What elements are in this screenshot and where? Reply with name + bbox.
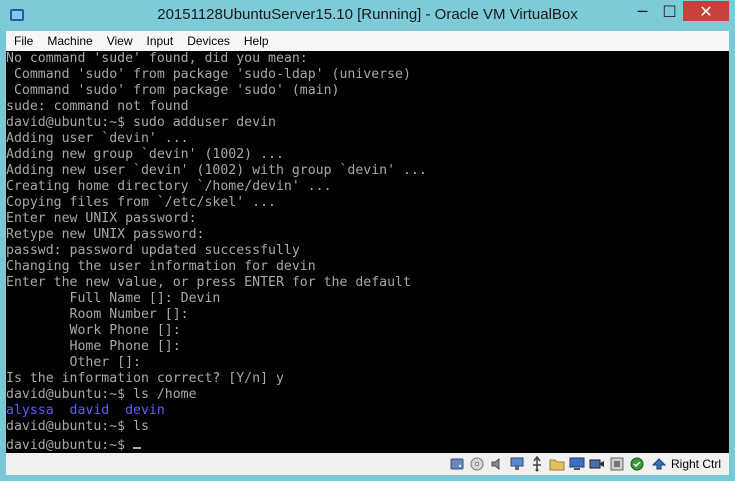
console-line-text: Other []: — [6, 355, 141, 370]
display-icon[interactable] — [569, 456, 585, 472]
console-line: Adding new group `devin' (1002) ... — [6, 147, 729, 163]
menu-help[interactable]: Help — [237, 31, 276, 51]
console-line-text: Work Phone []: — [6, 323, 181, 338]
console-line: alyssa david devin — [6, 403, 729, 419]
host-key-icon — [651, 458, 667, 470]
audio-icon[interactable] — [489, 456, 505, 472]
console-line: Copying files from `/etc/skel' ... — [6, 195, 729, 211]
console-line-text: Enter new UNIX password: — [6, 211, 197, 226]
text-cursor — [133, 435, 142, 449]
console-line: david@ubuntu:~$ sudo adduser devin — [6, 115, 729, 131]
console-line-text: david@ubuntu:~$ — [6, 438, 134, 453]
host-key-label: Right Ctrl — [670, 457, 721, 471]
console-line: Room Number []: — [6, 307, 729, 323]
console-line: No command 'sude' found, did you mean: — [6, 51, 729, 67]
console-line-text: Full Name []: Devin — [6, 291, 221, 306]
console-line: Is the information correct? [Y/n] y — [6, 371, 729, 387]
window-title: 20151128UbuntuServer15.10 [Running] - Or… — [157, 6, 578, 23]
console-line-text: Is the information correct? [Y/n] y — [6, 371, 284, 386]
window-controls: ─ ☐ ✕ — [629, 1, 729, 21]
minimize-button[interactable]: ─ — [629, 1, 656, 21]
console-line: david@ubuntu:~$ ls — [6, 419, 729, 435]
menu-machine[interactable]: Machine — [40, 31, 99, 51]
console-line-text: No command 'sude' found, did you mean: — [6, 51, 308, 66]
console-line: Work Phone []: — [6, 323, 729, 339]
host-key-indicator[interactable]: Right Ctrl — [651, 456, 721, 472]
console-line-text: david@ubuntu:~$ ls — [6, 419, 149, 434]
console-line: Creating home directory `/home/devin' ..… — [6, 179, 729, 195]
virtualization-icon[interactable] — [609, 456, 625, 472]
console-line: david@ubuntu:~$ — [6, 435, 729, 453]
title-bar[interactable]: 20151128UbuntuServer15.10 [Running] - Or… — [0, 0, 735, 31]
console-line-text: sude: command not found — [6, 99, 189, 114]
console-line: Command 'sudo' from package 'sudo-ldap' … — [6, 67, 729, 83]
close-button[interactable]: ✕ — [683, 1, 729, 21]
menu-bar: File Machine View Input Devices Help — [6, 31, 729, 51]
console-line: Command 'sudo' from package 'sudo' (main… — [6, 83, 729, 99]
console-line-text: Enter the new value, or press ENTER for … — [6, 275, 411, 290]
console-line-text: Adding user `devin' ... — [6, 131, 189, 146]
console-line-text: Command 'sudo' from package 'sudo-ldap' … — [6, 67, 411, 82]
menu-input[interactable]: Input — [140, 31, 181, 51]
shared-folder-icon[interactable] — [549, 456, 565, 472]
virtualbox-window: 20151128UbuntuServer15.10 [Running] - Or… — [0, 0, 735, 481]
console-line: david@ubuntu:~$ ls /home — [6, 387, 729, 403]
menu-view[interactable]: View — [100, 31, 140, 51]
console-line-text: Home Phone []: — [6, 339, 181, 354]
console-line-text: Retype new UNIX password: — [6, 227, 205, 242]
console-line-text: david@ubuntu:~$ sudo adduser devin — [6, 115, 276, 130]
console-line-text: alyssa david devin — [6, 403, 165, 418]
video-capture-icon[interactable] — [589, 456, 605, 472]
console-line: Enter the new value, or press ENTER for … — [6, 275, 729, 291]
status-bar: Right Ctrl — [6, 453, 729, 475]
network-icon[interactable] — [509, 456, 525, 472]
vm-console[interactable]: No command 'sude' found, did you mean: C… — [6, 51, 729, 453]
console-line-text: Changing the user information for devin — [6, 259, 316, 274]
console-line: Home Phone []: — [6, 339, 729, 355]
mouse-integration-icon[interactable] — [629, 456, 645, 472]
console-line-text: Creating home directory `/home/devin' ..… — [6, 179, 332, 194]
console-line: Full Name []: Devin — [6, 291, 729, 307]
console-line: Retype new UNIX password: — [6, 227, 729, 243]
hard-disk-icon[interactable] — [449, 456, 465, 472]
console-line-text: david@ubuntu:~$ ls /home — [6, 387, 197, 402]
console-line: Adding user `devin' ... — [6, 131, 729, 147]
menu-file[interactable]: File — [6, 31, 40, 51]
optical-disk-icon[interactable] — [469, 456, 485, 472]
maximize-button[interactable]: ☐ — [656, 1, 683, 21]
console-line-text: Command 'sudo' from package 'sudo' (main… — [6, 83, 340, 98]
console-line: Adding new user `devin' (1002) with grou… — [6, 163, 729, 179]
console-line: sude: command not found — [6, 99, 729, 115]
console-line-text: Copying files from `/etc/skel' ... — [6, 195, 276, 210]
console-line: Changing the user information for devin — [6, 259, 729, 275]
console-line: passwd: password updated successfully — [6, 243, 729, 259]
console-line-text: passwd: password updated successfully — [6, 243, 300, 258]
console-line-text: Adding new user `devin' (1002) with grou… — [6, 163, 427, 178]
console-line-text: Adding new group `devin' (1002) ... — [6, 147, 284, 162]
menu-devices[interactable]: Devices — [180, 31, 237, 51]
console-line-text: Room Number []: — [6, 307, 189, 322]
console-line: Enter new UNIX password: — [6, 211, 729, 227]
usb-icon[interactable] — [529, 456, 545, 472]
console-line: Other []: — [6, 355, 729, 371]
